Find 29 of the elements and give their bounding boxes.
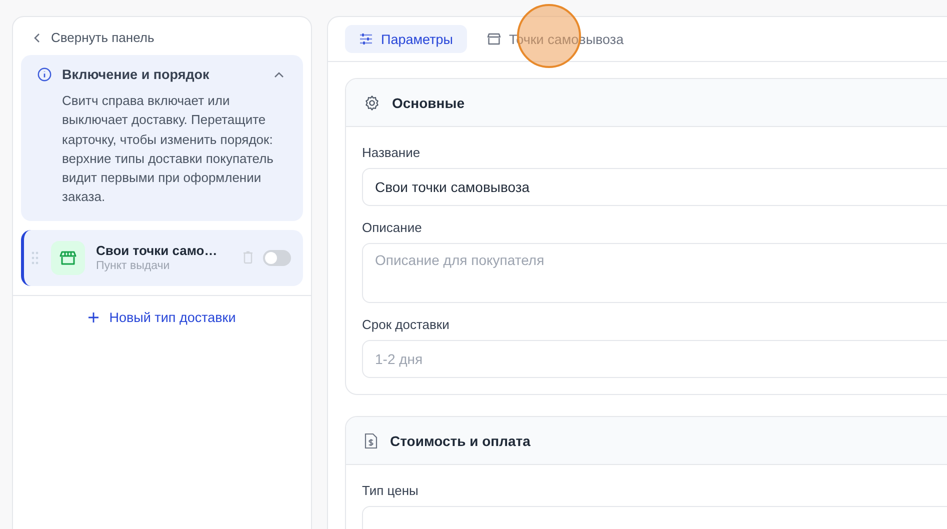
gear-icon	[364, 94, 380, 110]
info-title: Включение и порядок	[62, 67, 210, 82]
section-title: Основные	[392, 94, 464, 110]
input-field[interactable]: 1-2 дня	[362, 340, 947, 378]
info-text: Свитч справа включает или выключает доставку. Перетащите карточку, чтобы изменить порядок: верхние типы доставки покупатель видит первыми при оформлении заказа.	[62, 92, 274, 206]
store-icon	[51, 240, 85, 275]
input-field[interactable]: Свои точки самовывоза	[362, 168, 947, 206]
section-title: Стоимость и оплата	[390, 432, 530, 448]
collapse-caret-icon[interactable]	[273, 70, 285, 78]
field-label: Название	[362, 145, 422, 160]
collapse-panel-button[interactable]: Свернуть панель	[21, 27, 166, 45]
delivery-type-subtitle: Пункт выдачи	[96, 260, 171, 272]
drag-handle-icon[interactable]	[31, 250, 39, 265]
document-dollar-icon	[364, 432, 378, 448]
info-icon	[37, 67, 52, 82]
toggle-switch[interactable]	[263, 250, 291, 266]
field-label: Срок доставки	[362, 317, 450, 332]
tab[interactable]: Параметры	[345, 25, 467, 53]
chevron-left-icon	[33, 32, 41, 42]
field-label: Описание	[362, 220, 423, 235]
store-icon	[486, 32, 501, 46]
delivery-type-title: Свои точки само…	[96, 243, 218, 258]
delivery-type-card[interactable]: Свои точки само… Пункт выдачи	[21, 230, 303, 286]
description-field[interactable]: Описание для покупателя	[362, 243, 947, 303]
plus-icon	[88, 312, 100, 323]
field-label: Тип цены	[362, 483, 420, 498]
add-delivery-type-button[interactable]: Новый тип доставки	[82, 308, 242, 326]
sliders-icon	[359, 32, 373, 46]
trash-icon[interactable]	[243, 251, 253, 264]
